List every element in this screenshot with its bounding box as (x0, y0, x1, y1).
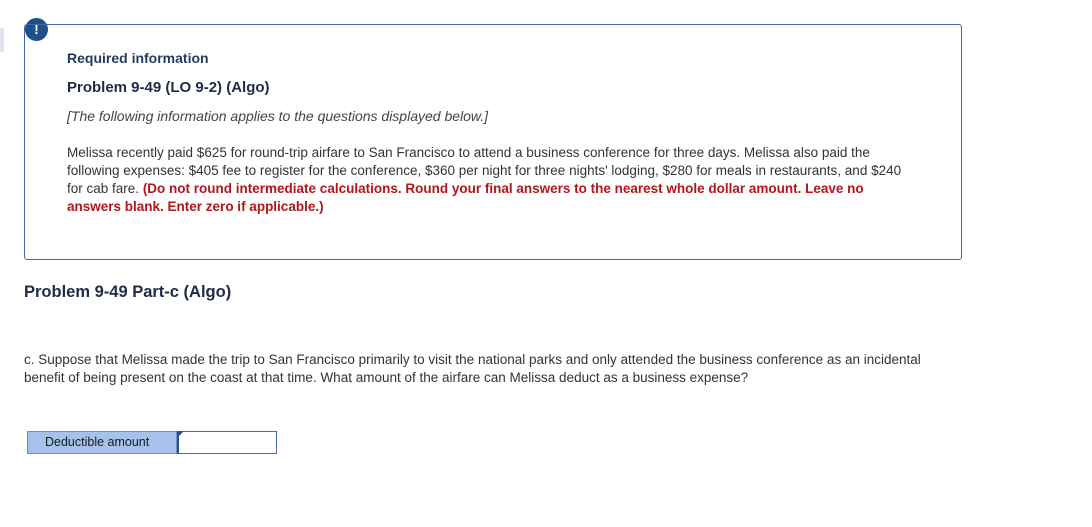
deductible-amount-input[interactable] (177, 431, 277, 454)
deductible-amount-label: Deductible amount (27, 431, 177, 454)
required-information-heading: Required information (67, 50, 209, 66)
problem-title: Problem 9-49 (LO 9-2) (Algo) (67, 79, 270, 96)
part-title: Problem 9-49 Part-c (Algo) (24, 283, 232, 301)
applies-note: [The following information applies to th… (67, 108, 489, 124)
input-corner-flag-icon (177, 431, 184, 438)
question-text: c. Suppose that Melissa made the trip to… (24, 352, 921, 385)
deductible-amount-field-wrap (177, 431, 277, 454)
rounding-instructions: (Do not round intermediate calculations.… (67, 181, 864, 214)
scenario-paragraph: Melissa recently paid $625 for round-tri… (67, 144, 917, 216)
left-edge-marker (0, 28, 4, 52)
answer-row: Deductible amount (27, 431, 277, 454)
